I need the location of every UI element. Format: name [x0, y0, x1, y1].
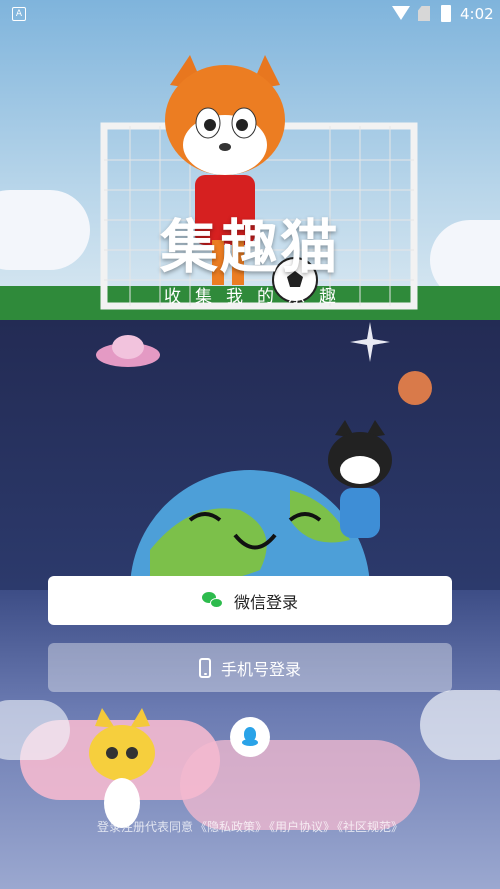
notification-icon: A [12, 7, 26, 21]
planet-small [398, 371, 432, 405]
status-bar: A 4:02 [0, 0, 500, 28]
agreement-prefix: 登录注册代表同意 [96, 820, 193, 834]
star [350, 322, 390, 362]
wechat-icon [201, 591, 224, 610]
qq-icon [242, 727, 258, 747]
wifi-icon [392, 6, 410, 20]
no-sim-icon [418, 6, 430, 21]
cloud [0, 700, 70, 760]
cloud [420, 690, 500, 760]
ufo [96, 335, 160, 367]
phone-login-button[interactable]: 手机号登录 [48, 643, 452, 692]
qq-login-button[interactable] [230, 717, 270, 757]
phone-login-label: 手机号登录 [220, 659, 301, 679]
black-cat-mascot [328, 420, 392, 538]
user-agreement-link[interactable]: 《用户协议》 [269, 820, 335, 834]
app-logo-title: 集趣猫 [159, 213, 340, 281]
privacy-policy-link[interactable]: 《隐私政策》 [195, 820, 267, 834]
battery-icon [441, 5, 451, 22]
wechat-login-label: 微信登录 [233, 592, 298, 612]
agreement-text: 登录注册代表同意 《隐私政策》 《用户协议》 《社区规范》 [0, 818, 500, 835]
community-rules-link[interactable]: 《社区规范》 [337, 820, 403, 834]
wechat-login-button[interactable]: 微信登录 [48, 576, 452, 625]
app-slogan: 收集我的乐趣 [164, 287, 350, 307]
phone-icon [198, 657, 211, 678]
pink-cloud [180, 740, 420, 830]
status-time: 4:02 [460, 5, 494, 23]
